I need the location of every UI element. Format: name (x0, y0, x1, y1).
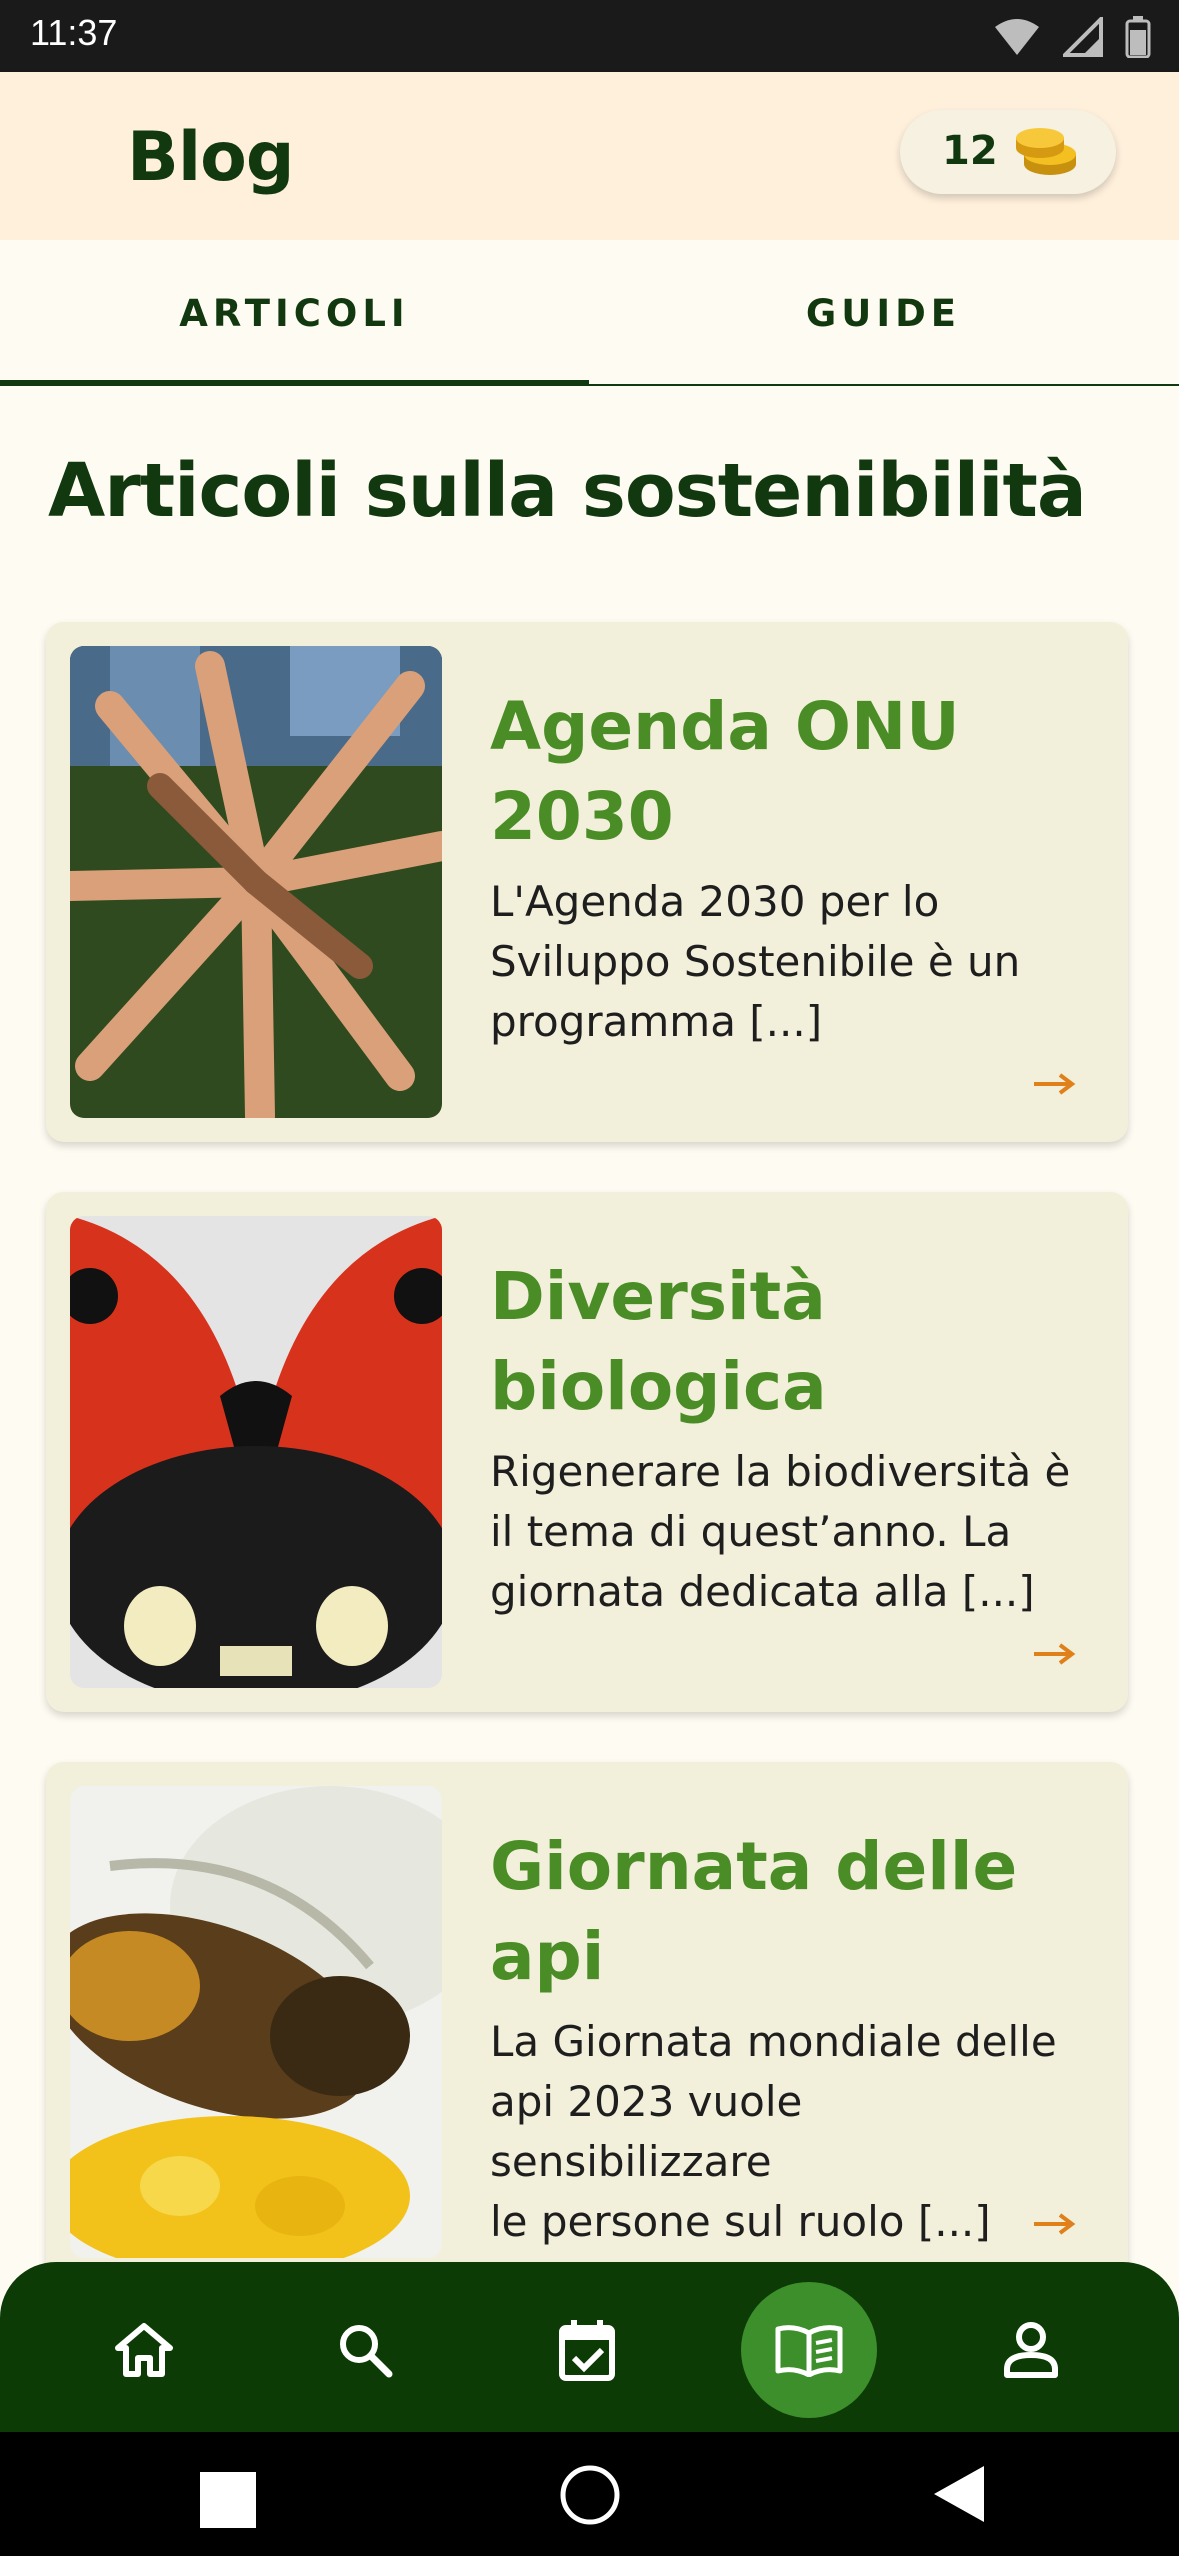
home-circle-icon[interactable] (559, 2464, 621, 2526)
calendar-check-icon (559, 2320, 615, 2381)
nav-blog[interactable] (741, 2282, 877, 2418)
app-bar: Blog 12 (0, 72, 1179, 240)
article-title: Diversità biologica (490, 1252, 1090, 1432)
book-icon (775, 2325, 843, 2377)
status-icons (993, 16, 1151, 58)
article-excerpt-line: La Giornata mondiale delle (490, 2017, 1057, 2066)
page-title: Blog (127, 118, 295, 197)
article-excerpt-line: il tema di quest’anno. La (490, 1507, 1012, 1556)
search-icon (340, 2325, 393, 2378)
tab-articoli[interactable]: ARTICOLI (0, 240, 589, 386)
article-image-hands (70, 646, 442, 1118)
article-excerpt-line: programma [...] (490, 997, 823, 1046)
article-title-line: biologica (490, 1348, 827, 1425)
system-navigation-bar (0, 2432, 1179, 2556)
bottom-navigation (0, 2262, 1179, 2432)
coin-count: 12 (942, 128, 998, 174)
article-excerpt: La Giornata mondiale delle api 2023 vuol… (490, 2012, 1090, 2252)
article-image-ladybug (70, 1216, 442, 1688)
article-card[interactable]: Giornata delle api La Giornata mondiale … (46, 1762, 1128, 2282)
nav-calendar[interactable] (519, 2282, 655, 2418)
tab-bar: ARTICOLI GUIDE (0, 240, 1179, 386)
back-triangle-icon[interactable] (934, 2466, 984, 2522)
article-title-line: 2030 (490, 778, 674, 855)
active-tab-indicator (0, 380, 589, 386)
article-excerpt: L'Agenda 2030 per lo Sviluppo Sostenibil… (490, 872, 1090, 1052)
article-title-line: Giornata delle (490, 1828, 1018, 1905)
arrow-right-icon[interactable] (1032, 1642, 1076, 1666)
home-icon (115, 2323, 173, 2377)
article-title: Agenda ONU 2030 (490, 682, 1090, 862)
article-excerpt-line: api 2023 vuole sensibilizzare (490, 2077, 803, 2186)
coin-balance-chip[interactable]: 12 (900, 110, 1116, 194)
article-title-line: api (490, 1918, 605, 1995)
article-excerpt: Rigenerare la biodiversità è il tema di … (490, 1442, 1090, 1622)
article-excerpt-line: le persone sul ruolo [...] (490, 2197, 991, 2246)
arrow-right-icon[interactable] (1032, 1072, 1076, 1096)
article-title-line: Agenda ONU (490, 688, 960, 765)
article-title: Giornata delle api (490, 1822, 1090, 2002)
person-icon (1004, 2322, 1058, 2378)
nav-profile[interactable] (963, 2282, 1099, 2418)
article-title-line: Diversità (490, 1258, 826, 1335)
nav-search[interactable] (297, 2282, 433, 2418)
status-bar: 11:37 (0, 0, 1179, 72)
article-excerpt-line: L'Agenda 2030 per lo (490, 877, 940, 926)
status-time: 11:37 (30, 12, 118, 53)
coins-icon (1016, 128, 1076, 175)
article-image-bee (70, 1786, 442, 2258)
nav-home[interactable] (76, 2282, 212, 2418)
cell-signal-icon (1063, 17, 1103, 57)
article-excerpt-line: giornata dedicata alla [...] (490, 1567, 1035, 1616)
battery-icon (1125, 16, 1151, 58)
recents-square-icon[interactable] (200, 2472, 256, 2528)
article-card[interactable]: Diversità biologica Rigenerare la biodiv… (46, 1192, 1128, 1712)
section-title: Articoli sulla sostenibilità (48, 448, 1087, 534)
article-excerpt-line: Rigenerare la biodiversità è (490, 1447, 1071, 1496)
article-excerpt-line: Sviluppo Sostenibile è un (490, 937, 1021, 986)
tab-guide[interactable]: GUIDE (589, 240, 1178, 386)
arrow-right-icon[interactable] (1032, 2212, 1076, 2236)
wifi-icon (995, 19, 1039, 55)
article-card[interactable]: Agenda ONU 2030 L'Agenda 2030 per lo Svi… (46, 622, 1128, 1142)
